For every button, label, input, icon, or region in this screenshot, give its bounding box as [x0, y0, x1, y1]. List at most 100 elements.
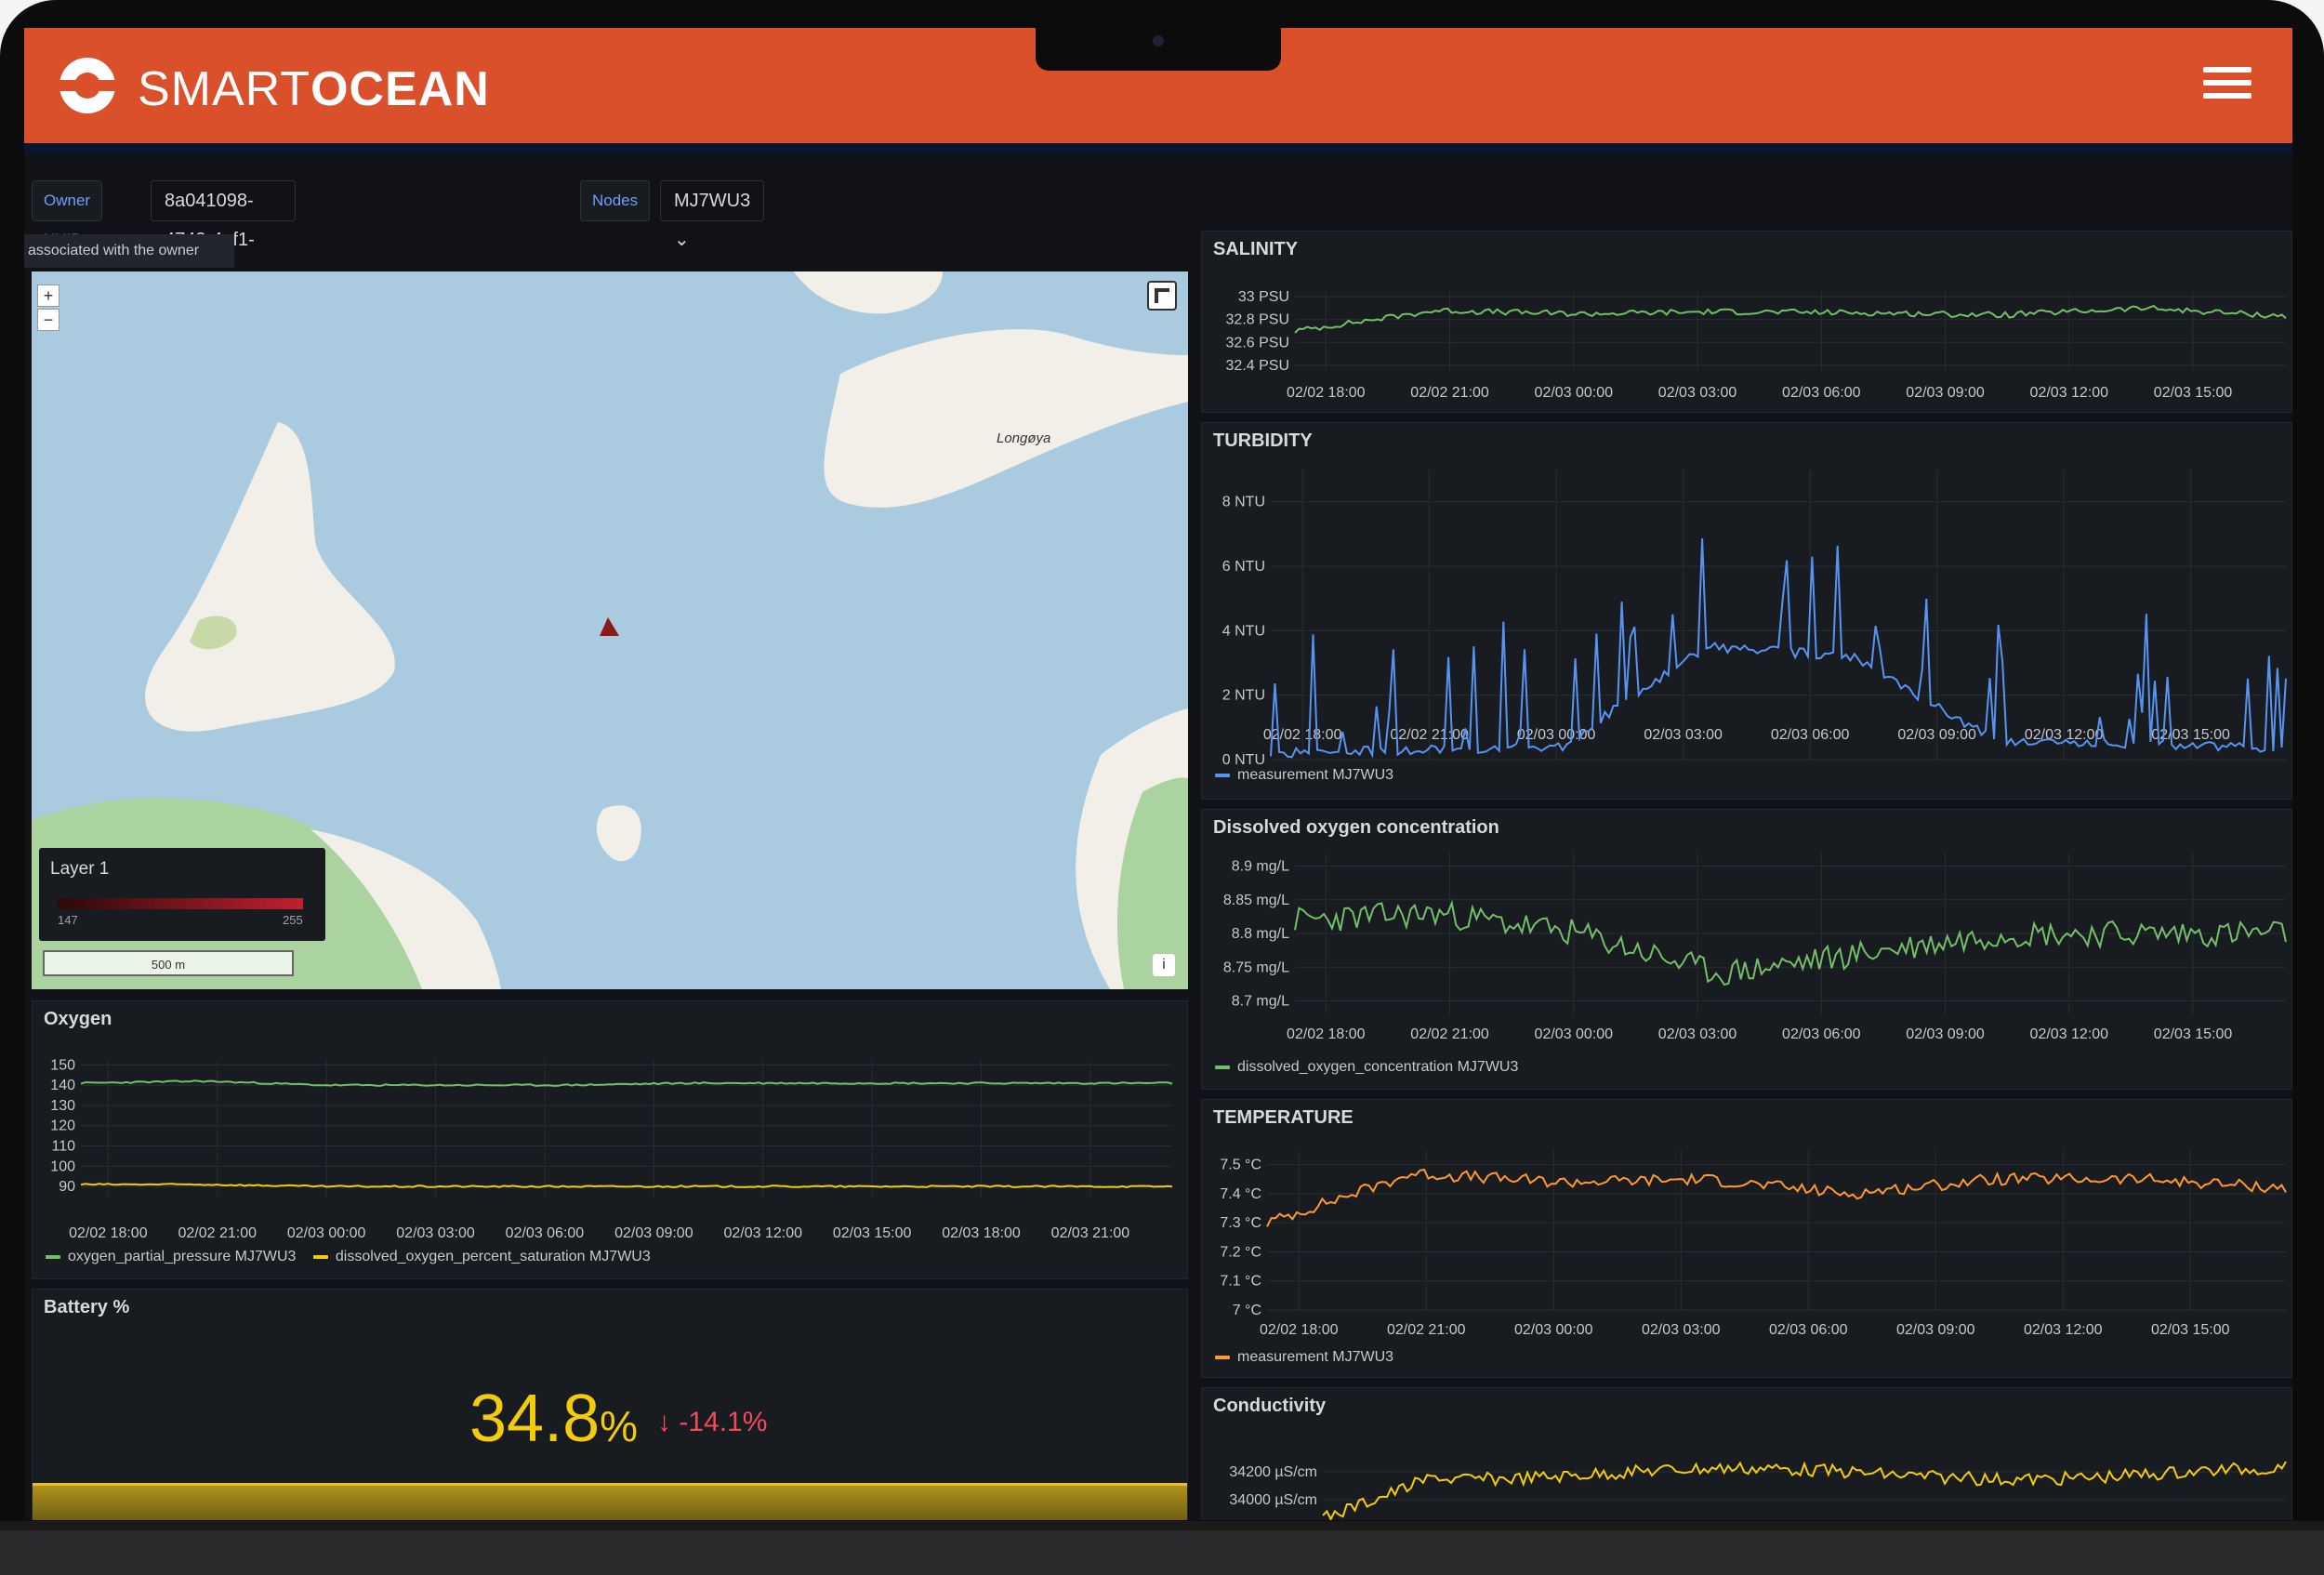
- legend-label[interactable]: measurement MJ7WU3: [1237, 767, 1393, 783]
- series-line: [1266, 1168, 2287, 1227]
- y-tick-label: 7 °C: [1233, 1303, 1261, 1318]
- battery-panel: Battery % 34.8% ↓ -14.1%: [32, 1289, 1188, 1520]
- camera-notch: [1036, 28, 1281, 71]
- x-tick-label: 02/02 18:00: [1260, 1322, 1339, 1338]
- salinity-chart: 33 PSU 32.8 PSU 32.6 PSU 32.4 PSU 02/02 18:0…: [1226, 289, 2287, 401]
- legend-gradient: [58, 898, 303, 909]
- x-tick-label: 02/03 00:00: [1535, 385, 1614, 401]
- x-tick-label: 02/02 21:00: [178, 1225, 257, 1241]
- owner-uuid-select[interactable]: 8a041098-4743-4ef1-9a67-7cc334def354 ⌄: [151, 180, 296, 367]
- x-tick-label: 02/02 21:00: [1387, 1322, 1466, 1338]
- x-tick-label: 02/03 00:00: [1535, 1026, 1614, 1042]
- header-divider: [24, 143, 2292, 154]
- legend-swatch: [312, 1254, 328, 1259]
- chart-legend: oxygen_partial_pressure MJ7WU3 dissolved…: [46, 1249, 651, 1265]
- legend-label[interactable]: dissolved_oxygen_percent_saturation MJ7W…: [336, 1249, 651, 1264]
- x-tick-label: 02/03 15:00: [2154, 385, 2233, 401]
- legend-swatch: [1215, 1355, 1230, 1359]
- x-tick-label: 02/03 15:00: [2154, 1026, 2233, 1042]
- x-tick-label: 02/03 12:00: [2030, 1026, 2109, 1042]
- layer-toggle-icon[interactable]: [1147, 281, 1177, 311]
- y-tick-label: 8.85 mg/L: [1223, 893, 1289, 908]
- x-tick-label: 02/03 00:00: [1514, 1322, 1593, 1338]
- nodes-label: Nodes: [580, 180, 651, 221]
- x-tick-label: 02/02 21:00: [1410, 1026, 1489, 1042]
- series-line: [1270, 538, 2287, 759]
- zoom-out-button[interactable]: −: [37, 309, 59, 331]
- x-tick-label: 02/03 03:00: [1658, 1026, 1737, 1042]
- smartocean-logo-icon: [57, 58, 118, 113]
- x-tick-label: 02/02 18:00: [1263, 727, 1342, 743]
- y-tick-label: 2 NTU: [1222, 688, 1265, 704]
- panel-title: Battery %: [44, 1297, 130, 1317]
- x-tick-label: 02/02 21:00: [1410, 385, 1489, 401]
- y-tick-label: 6 NTU: [1222, 559, 1265, 575]
- y-tick-label: 7.5 °C: [1220, 1158, 1261, 1173]
- x-tick-label: 02/03 06:00: [1782, 1026, 1861, 1042]
- x-tick-label: 02/03 06:00: [1771, 727, 1850, 743]
- legend-label[interactable]: measurement MJ7WU3: [1237, 1349, 1393, 1365]
- arrow-down-icon: ↓: [657, 1407, 671, 1437]
- zoom-in-button[interactable]: +: [37, 285, 59, 307]
- x-tick-label: 02/02 21:00: [1390, 727, 1469, 743]
- dashboard-screen: SMARTOCEAN Owner UUID 8a041098-4743-4ef1…: [24, 28, 2292, 1520]
- x-tick-label: 02/03 18:00: [942, 1225, 1021, 1241]
- y-tick-label: 0 NTU: [1222, 752, 1265, 768]
- chart-legend: measurement MJ7WU3: [1215, 1349, 1393, 1366]
- brand-name: SMARTOCEAN: [138, 62, 490, 116]
- buoy-marker: [600, 617, 619, 636]
- turbidity-panel: TURBIDITY 8 NTU 6 NTU 4 NTU 2 NTU 0 NTU 02/02…: [1201, 422, 2292, 800]
- y-tick-label: 100: [50, 1158, 75, 1174]
- y-tick-label: 7.1 °C: [1220, 1274, 1261, 1290]
- x-tick-label: 02/03 15:00: [833, 1225, 912, 1241]
- y-tick-label: 34000 µS/cm: [1229, 1492, 1317, 1508]
- map-place-label: Longøya: [997, 430, 1050, 446]
- x-tick-label: 02/03 09:00: [614, 1225, 693, 1241]
- x-tick-label: 02/03 09:00: [1897, 727, 1976, 743]
- chart-legend: measurement MJ7WU3: [1215, 767, 1393, 784]
- x-tick-label: 02/03 09:00: [1906, 385, 1985, 401]
- y-tick-label: 32.4 PSU: [1226, 358, 1289, 374]
- x-tick-label: 02/02 18:00: [1287, 1026, 1366, 1042]
- legend-label[interactable]: oxygen_partial_pressure MJ7WU3: [68, 1249, 296, 1264]
- y-tick-label: 110: [51, 1139, 75, 1155]
- series-line: [1322, 1461, 2287, 1520]
- y-tick-label: 7.2 °C: [1220, 1244, 1261, 1260]
- owner-uuid-label: Owner UUID: [32, 180, 103, 248]
- oxygen-chart: 150 140 130 120 110 100 90 02/02 18:00 02/02 21:…: [50, 1057, 1173, 1241]
- x-tick-label: 02/03 09:00: [1906, 1026, 1985, 1042]
- temperature-chart: 7.5 °C 7.4 °C 7.3 °C 7.2 °C 7.1 °C 7 °C 02/02 …: [1220, 1150, 2287, 1338]
- y-tick-label: 8 NTU: [1222, 495, 1265, 510]
- laptop-frame: SMARTOCEAN Owner UUID 8a041098-4743-4ef1…: [0, 0, 2324, 1575]
- y-tick-label: 8.75 mg/L: [1223, 960, 1289, 975]
- y-tick-label: 150: [50, 1057, 75, 1073]
- y-tick-label: 90: [59, 1179, 75, 1195]
- x-tick-label: 02/03 21:00: [1051, 1225, 1130, 1241]
- series-line: [1294, 899, 2287, 986]
- x-tick-label: 02/02 18:00: [1287, 385, 1366, 401]
- geomap-panel[interactable]: Longøya + − Layer 1 147 255 500 m i: [32, 271, 1188, 989]
- battery-value: 34.8%: [469, 1382, 639, 1456]
- x-tick-label: 02/03 03:00: [1644, 727, 1723, 743]
- x-tick-label: 02/03 03:00: [1658, 385, 1737, 401]
- map-legend: Layer 1 147 255: [39, 848, 325, 941]
- legend-label[interactable]: dissolved_oxygen_concentration MJ7WU3: [1237, 1059, 1518, 1075]
- dissolved-oxygen-panel: Dissolved oxygen concentration 8.9 mg/L 8…: [1201, 809, 2292, 1090]
- x-tick-label: 02/03 03:00: [396, 1225, 475, 1241]
- x-tick-label: 02/03 06:00: [1769, 1322, 1848, 1338]
- island-northeast: [824, 329, 1188, 508]
- camera-icon: [1153, 35, 1164, 46]
- x-tick-label: 02/03 06:00: [506, 1225, 585, 1241]
- x-tick-label: 02/03 09:00: [1896, 1322, 1975, 1338]
- dissolved-oxygen-chart: 8.9 mg/L 8.85 mg/L 8.8 mg/L 8.75 mg/L 8.7 mg…: [1223, 853, 2287, 1042]
- x-tick-label: 02/02 18:00: [69, 1225, 148, 1241]
- variable-tooltip: associated with the owner: [24, 234, 234, 268]
- nodes-select[interactable]: MJ7WU3 ⌄: [660, 180, 765, 250]
- x-tick-label: 02/03 00:00: [287, 1225, 366, 1241]
- legend-swatch: [46, 1254, 60, 1259]
- hamburger-icon[interactable]: [2203, 67, 2251, 104]
- island-west: [145, 422, 395, 732]
- x-tick-label: 02/03 06:00: [1782, 385, 1861, 401]
- y-tick-label: 32.8 PSU: [1226, 312, 1289, 328]
- map-info-button[interactable]: i: [1153, 954, 1175, 976]
